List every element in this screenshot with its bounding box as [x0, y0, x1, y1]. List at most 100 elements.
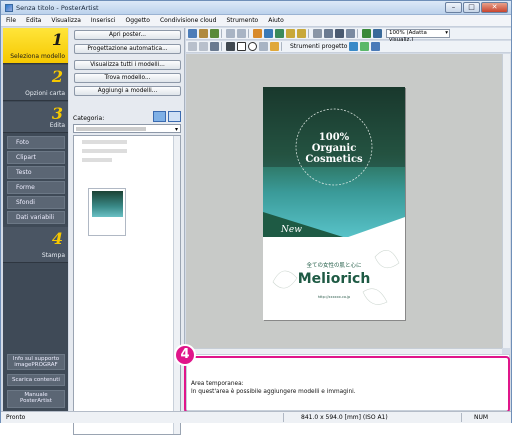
- visualizza-tutti-button[interactable]: Visualizza tutti i modelli...: [74, 60, 181, 70]
- template-panel: Apri poster... Progettazione automatica.…: [69, 28, 185, 435]
- progettazione-automatica-button[interactable]: Progettazione automatica...: [74, 44, 181, 54]
- poster-new-label: New: [281, 225, 302, 235]
- category-value: [76, 127, 146, 131]
- project-tool-3-icon[interactable]: [371, 42, 381, 51]
- menu-oggetto[interactable]: Oggetto: [121, 17, 155, 24]
- project-tool-1-icon[interactable]: [349, 42, 359, 51]
- menu-inserisci[interactable]: Inserisci: [86, 17, 121, 24]
- menu-bar: File Edita Visualizza Inserisci Oggetto …: [1, 15, 511, 27]
- border-icon[interactable]: [335, 29, 344, 38]
- headline-line-1: 100%: [318, 132, 350, 143]
- template-thumbnail[interactable]: [88, 188, 126, 236]
- zoom-out-icon[interactable]: [373, 29, 382, 38]
- line-tool-icon[interactable]: [226, 42, 235, 51]
- headline-line-2: Organic: [311, 143, 357, 154]
- fill-icon[interactable]: [346, 29, 355, 38]
- chevron-down-icon: ▾: [174, 126, 178, 133]
- app-icon: [5, 3, 13, 12]
- template-list[interactable]: [73, 135, 181, 435]
- step-number: 4: [51, 229, 63, 248]
- step-stampa[interactable]: 4 Stampa: [3, 227, 68, 263]
- menu-aiuto[interactable]: Aiuto: [263, 17, 289, 24]
- distribute-icon[interactable]: [264, 29, 273, 38]
- edit-item-clipart[interactable]: Clipart: [7, 151, 65, 164]
- list-item-placeholder: [82, 149, 127, 153]
- redo-icon[interactable]: [237, 29, 246, 38]
- menu-condivisione-cloud[interactable]: Condivisione cloud: [155, 17, 221, 24]
- rectangle-tool-icon[interactable]: [237, 42, 246, 51]
- menu-strumento[interactable]: Strumento: [221, 17, 263, 24]
- zoom-in-icon[interactable]: [362, 29, 371, 38]
- step-seleziona-modello[interactable]: 1 Seleziona modello: [3, 28, 68, 64]
- apri-poster-button[interactable]: Apri poster...: [74, 30, 181, 40]
- edit-item-sfondi[interactable]: Sfondi: [7, 196, 65, 209]
- strumenti-progetto-label: Strumenti progetto: [290, 43, 348, 50]
- align-icon[interactable]: [253, 29, 262, 38]
- layer-up-icon[interactable]: [286, 29, 295, 38]
- status-bar: Pronto 841.0 x 594.0 [mm] (ISO A1) NUM: [1, 411, 511, 423]
- title-bar[interactable]: Senza titolo - PosterArtist – □ ✕: [1, 1, 511, 15]
- layer-down-icon[interactable]: [297, 29, 306, 38]
- canvas-vertical-scrollbar[interactable]: [502, 54, 510, 348]
- scarica-contenuti-button[interactable]: Scarica contenuti: [7, 374, 65, 386]
- poster-page[interactable]: 100% Organic Cosmetics New 全ての女性の肌と心に Me…: [263, 87, 405, 320]
- lock-icon[interactable]: [313, 29, 322, 38]
- aggiungi-modelli-button[interactable]: Aggiungi a modelli...: [74, 86, 181, 96]
- rotate-icon[interactable]: [199, 42, 208, 51]
- arrange-icon[interactable]: [275, 29, 284, 38]
- edit-item-testo[interactable]: Testo: [7, 166, 65, 179]
- step-number: 3: [51, 104, 63, 123]
- export-icon[interactable]: [210, 29, 219, 38]
- step-edita[interactable]: 3 Edita: [3, 102, 68, 133]
- step-opzioni-carta[interactable]: 2 Opzioni carta: [3, 65, 68, 101]
- status-num-lock: NUM: [474, 414, 489, 421]
- step-label: Seleziona modello: [10, 53, 65, 60]
- minimize-button[interactable]: –: [445, 2, 462, 13]
- menu-edita[interactable]: Edita: [21, 17, 46, 24]
- toolbar-tools: Strumenti progetto: [186, 41, 511, 53]
- step-number: 2: [51, 67, 63, 86]
- window-title: Senza titolo - PosterArtist: [16, 3, 99, 12]
- step-navigator: 1 Seleziona modello 2 Opzioni carta 3 Ed…: [3, 28, 68, 411]
- large-view-icon[interactable]: [153, 111, 166, 122]
- poster-brand: Meliorich: [297, 271, 371, 287]
- status-paper-size: 841.0 x 594.0 [mm] (ISO A1): [301, 414, 388, 421]
- headline-line-3: Cosmetics: [305, 154, 363, 165]
- select-arrow-icon[interactable]: [188, 42, 197, 51]
- menu-visualizza[interactable]: Visualizza: [46, 17, 86, 24]
- callout-badge: 4: [174, 344, 196, 366]
- category-label: Categoria:: [73, 115, 105, 122]
- edit-item-dati-variabili[interactable]: Dati variabili: [7, 211, 65, 224]
- pan-tool-icon[interactable]: [259, 42, 268, 51]
- step-label: Edita: [49, 122, 65, 129]
- print-icon[interactable]: [199, 29, 208, 38]
- list-scrollbar[interactable]: [173, 136, 180, 434]
- close-button[interactable]: ✕: [481, 2, 508, 13]
- edit-item-foto[interactable]: Foto: [7, 136, 65, 149]
- zoom-select[interactable]: 100% (Adatta visualiz.) ▾: [386, 29, 450, 43]
- step-label: Opzioni carta: [25, 90, 65, 97]
- poster-url: http://xxxxxx.co.jp: [317, 295, 351, 299]
- thumbnail-image: [92, 191, 123, 217]
- undo-icon[interactable]: [226, 29, 235, 38]
- menu-file[interactable]: File: [1, 17, 21, 24]
- list-item-placeholder: [82, 158, 112, 162]
- app-window: Senza titolo - PosterArtist – □ ✕ File E…: [0, 0, 512, 435]
- grid-view-icon[interactable]: [168, 111, 181, 122]
- step-number: 1: [51, 30, 63, 49]
- project-tool-2-icon[interactable]: [360, 42, 370, 51]
- callout-highlight: [184, 356, 510, 413]
- manuale-button[interactable]: Manuale PosterArtist: [7, 390, 65, 408]
- poster-jp-tagline: 全ての女性の肌と心に: [306, 263, 362, 269]
- text-tool-icon[interactable]: [210, 42, 219, 51]
- category-select[interactable]: ▾: [73, 124, 181, 133]
- trova-modello-button[interactable]: Trova modello...: [74, 73, 181, 83]
- maximize-button[interactable]: □: [463, 2, 480, 13]
- ellipse-tool-icon[interactable]: [248, 42, 257, 51]
- eyedropper-icon[interactable]: [270, 42, 279, 51]
- info-supporto-button[interactable]: Info sul supporto imagePROGRAF: [7, 354, 65, 370]
- save-icon[interactable]: [188, 29, 197, 38]
- group-icon[interactable]: [324, 29, 333, 38]
- chevron-down-icon: ▾: [445, 30, 448, 36]
- edit-item-forme[interactable]: Forme: [7, 181, 65, 194]
